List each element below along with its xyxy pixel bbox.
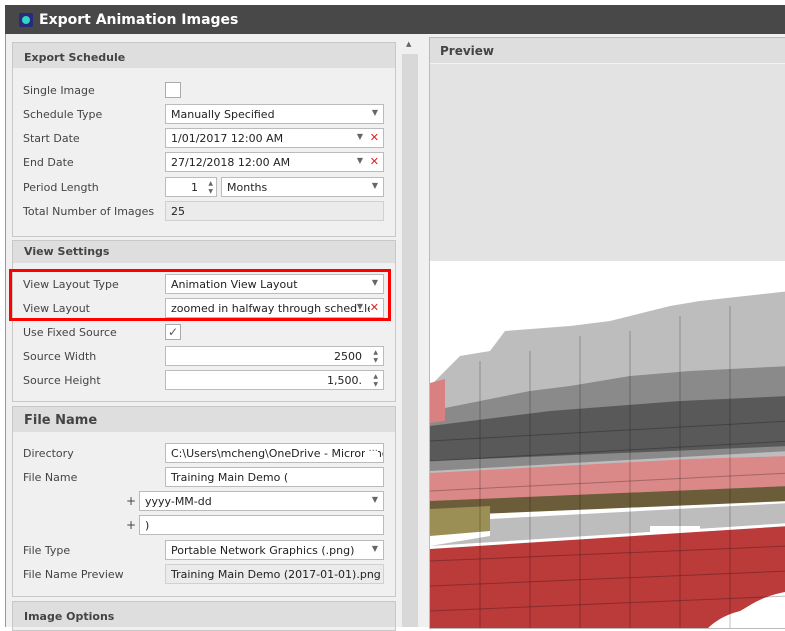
window-title: Export Animation Images [39,11,239,28]
browse-button[interactable]: ··· [365,446,378,457]
period-length-value: 1 [191,181,198,194]
clear-icon[interactable]: ✕ [370,155,379,168]
end-date-value: 27/12/2018 12:00 AM [171,156,291,169]
total-images-field: 25 [165,201,384,221]
pink-edge [430,379,445,423]
preview-header: Preview [430,38,785,64]
plus-label: + [126,518,137,532]
end-date-label: End Date [23,156,74,169]
highlight-box [9,269,391,321]
source-width-label: Source Width [23,350,97,363]
chevron-down-icon[interactable]: ▼ [357,156,363,165]
file-type-select[interactable]: Portable Network Graphics (.png) ▼ [165,540,384,560]
title-bar: Export Animation Images [5,5,785,34]
spin-arrows-icon[interactable]: ▲ ▼ [208,180,213,196]
app-logo-icon [19,12,33,27]
use-fixed-source-label: Use Fixed Source [23,326,117,339]
directory-value: C:\Users\mcheng\OneDrive - Micromine [171,447,384,460]
spin-arrows-icon[interactable]: ▲ ▼ [373,373,378,389]
scroll-up-icon[interactable]: ▲ [406,40,411,48]
chevron-down-icon[interactable]: ▼ [372,181,378,190]
suffix-input[interactable]: ) [139,515,384,535]
file-name-label: File Name [23,471,78,484]
schedule-type-label: Schedule Type [23,108,103,121]
geology-model-render [430,291,785,628]
left-panel-scrollbar[interactable]: ▲ [401,40,419,627]
total-images-label: Total Number of Images [23,205,155,218]
single-image-label: Single Image [23,84,95,97]
scrollbar-thumb[interactable] [402,54,418,627]
use-fixed-source-checkbox[interactable]: ✓ [165,324,181,340]
chevron-down-icon[interactable]: ▼ [372,544,378,553]
export-schedule-header[interactable]: Export Schedule [13,43,395,68]
end-date-picker[interactable]: 27/12/2018 12:00 AM ▼ ✕ [165,152,384,172]
source-width-value: 2500 [334,350,362,363]
directory-field[interactable]: C:\Users\mcheng\OneDrive - Micromine ··· [165,443,384,463]
plus-label: + [126,494,137,508]
preview-panel: Preview [429,37,785,629]
schedule-type-select[interactable]: Manually Specified ▼ [165,104,384,124]
source-height-value: 1,500. [327,374,362,387]
file-name-preview-label: File Name Preview [23,568,124,581]
chevron-down-icon[interactable]: ▼ [372,108,378,117]
date-format-value: yyyy-MM-dd [145,495,212,508]
source-height-stepper[interactable]: 1,500. ▲ ▼ [165,370,384,390]
period-unit-select[interactable]: Months ▼ [221,177,384,197]
start-date-label: Start Date [23,132,80,145]
source-height-label: Source Height [23,374,101,387]
clear-icon[interactable]: ✕ [370,131,379,144]
single-image-checkbox[interactable] [165,82,181,98]
start-date-value: 1/01/2017 12:00 AM [171,132,284,145]
file-name-preview-field: Training Main Demo (2017-01-01).png [165,564,384,584]
directory-label: Directory [23,447,74,460]
schedule-type-value: Manually Specified [171,108,275,121]
view-settings-header[interactable]: View Settings [13,241,395,263]
image-options-header[interactable]: Image Options [13,602,395,627]
start-date-picker[interactable]: 1/01/2017 12:00 AM ▼ ✕ [165,128,384,148]
preview-image [430,261,785,628]
file-name-input[interactable]: Training Main Demo ( [165,467,384,487]
source-width-stepper[interactable]: 2500 ▲ ▼ [165,346,384,366]
file-type-label: File Type [23,544,71,557]
chevron-down-icon[interactable]: ▼ [372,495,378,504]
period-unit-value: Months [227,181,268,194]
chevron-down-icon[interactable]: ▼ [357,132,363,141]
olive-block [430,506,490,536]
date-format-select[interactable]: yyyy-MM-dd ▼ [139,491,384,511]
period-length-label: Period Length [23,181,99,194]
period-length-stepper[interactable]: 1 ▲ ▼ [165,177,217,197]
file-name-header[interactable]: File Name [13,407,395,432]
file-type-value: Portable Network Graphics (.png) [171,544,355,557]
spin-arrows-icon[interactable]: ▲ ▼ [373,349,378,365]
